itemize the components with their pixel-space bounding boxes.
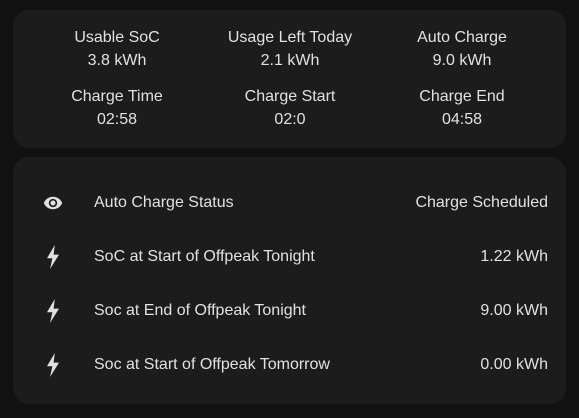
stat-charge-start[interactable]: Charge Start 02:0	[200, 87, 380, 130]
entity-state: 1.22 kWh	[480, 248, 548, 265]
stat-value: 04:58	[441, 111, 483, 128]
stat-charge-end[interactable]: Charge End 04:58	[372, 87, 552, 130]
stat-value: 3.8 kWh	[87, 52, 147, 69]
flash-icon	[39, 245, 67, 269]
stat-name: Charge End	[419, 88, 505, 105]
stat-auto-charge[interactable]: Auto Charge 9.0 kWh	[372, 28, 552, 71]
stat-value: 02:0	[274, 111, 306, 128]
eye-icon	[39, 191, 67, 215]
stat-value: 9.0 kWh	[432, 52, 492, 69]
entity-row-soc-start-offpeak-tonight[interactable]: SoC at Start of Offpeak Tonight 1.22 kWh	[13, 237, 566, 277]
entity-row-auto-charge-status[interactable]: Auto Charge Status Charge Scheduled	[13, 183, 566, 223]
flash-icon	[39, 353, 67, 377]
entity-row-soc-end-offpeak-tonight[interactable]: Soc at End of Offpeak Tonight 9.00 kWh	[13, 291, 566, 331]
entity-label: Soc at Start of Offpeak Tomorrow	[94, 356, 330, 373]
entity-state: 9.00 kWh	[480, 302, 548, 319]
entities-card: Auto Charge Status Charge Scheduled SoC …	[13, 157, 566, 404]
stat-value: 2.1 kWh	[260, 52, 320, 69]
entity-label: Soc at End of Offpeak Tonight	[94, 302, 306, 319]
stat-usage-left-today[interactable]: Usage Left Today 2.1 kWh	[200, 28, 380, 71]
stat-name: Charge Start	[244, 88, 336, 105]
stat-name: Usable SoC	[74, 29, 160, 46]
stat-name: Charge Time	[71, 88, 163, 105]
entity-label: SoC at Start of Offpeak Tonight	[94, 248, 315, 265]
entity-state: Charge Scheduled	[415, 194, 548, 211]
stat-name: Auto Charge	[417, 29, 507, 46]
entity-row-soc-start-offpeak-tomorrow[interactable]: Soc at Start of Offpeak Tomorrow 0.00 kW…	[13, 345, 566, 385]
entity-state: 0.00 kWh	[480, 356, 548, 373]
summary-card: Usable SoC 3.8 kWh Usage Left Today 2.1 …	[13, 10, 566, 148]
stat-value: 02:58	[96, 111, 138, 128]
stat-usable-soc[interactable]: Usable SoC 3.8 kWh	[27, 28, 207, 71]
flash-icon	[39, 299, 67, 323]
stat-name: Usage Left Today	[227, 29, 353, 46]
entity-label: Auto Charge Status	[94, 194, 234, 211]
stat-charge-time[interactable]: Charge Time 02:58	[27, 87, 207, 130]
